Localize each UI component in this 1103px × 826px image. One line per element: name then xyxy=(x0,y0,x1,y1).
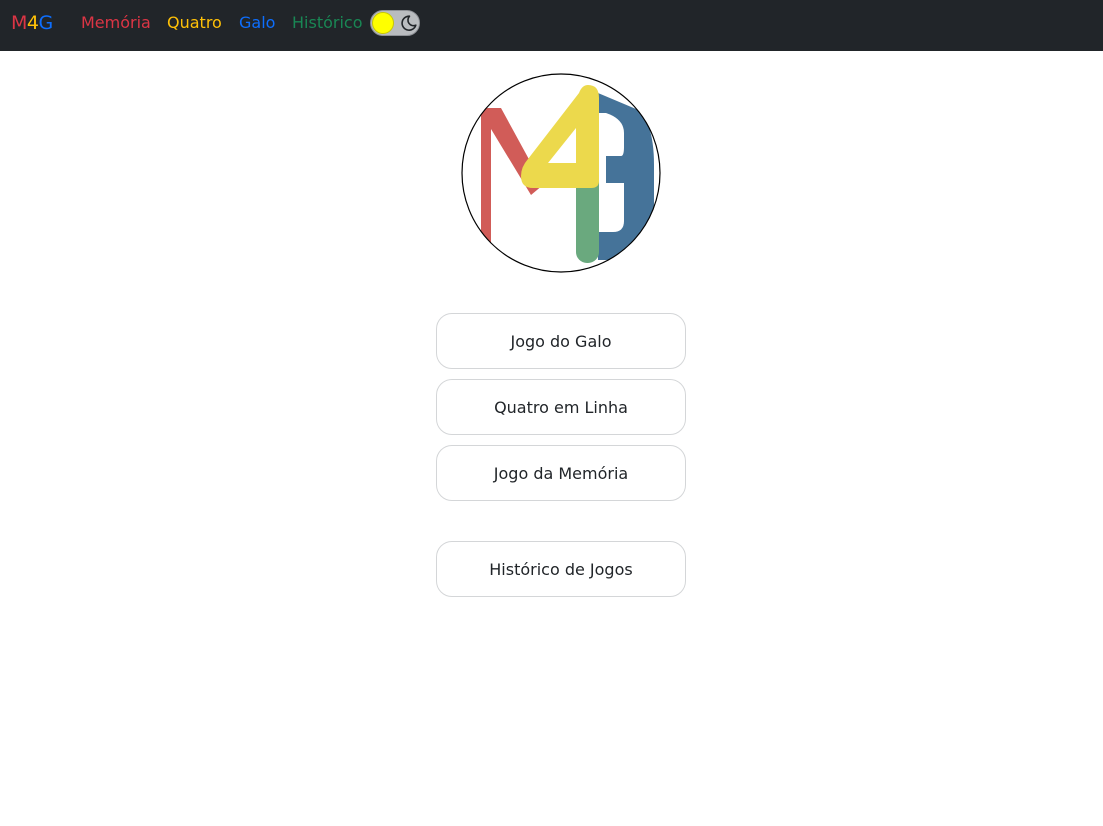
nav-link-historico[interactable]: Histórico xyxy=(292,13,362,33)
nav-link-galo[interactable]: Galo xyxy=(239,13,275,33)
jogo-do-galo-button[interactable]: Jogo do Galo xyxy=(436,313,686,369)
historico-de-jogos-button[interactable]: Histórico de Jogos xyxy=(436,541,686,597)
m4g-logo xyxy=(461,73,661,273)
brand-letter-g: G xyxy=(38,12,54,34)
theme-toggle[interactable] xyxy=(370,10,420,36)
nav-link-quatro[interactable]: Quatro xyxy=(167,13,222,33)
quatro-em-linha-button[interactable]: Quatro em Linha xyxy=(436,379,686,435)
navbar: M4G Memória Quatro Galo Histórico xyxy=(0,0,1103,51)
m4g-logo-icon xyxy=(461,73,661,273)
sun-knob-icon xyxy=(372,12,394,34)
nav-link-memoria[interactable]: Memória xyxy=(81,13,151,33)
brand-letter-m: M xyxy=(11,12,27,34)
brand-logo-link[interactable]: M4G xyxy=(11,12,53,34)
jogo-da-memoria-button[interactable]: Jogo da Memória xyxy=(436,445,686,501)
moon-icon xyxy=(401,15,417,31)
brand-letter-4: 4 xyxy=(26,12,39,34)
